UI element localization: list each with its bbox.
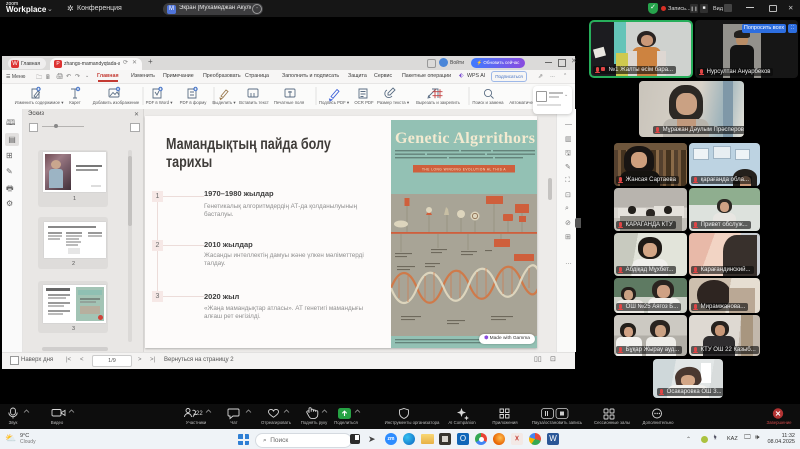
svg-text:22: 22 [196,411,203,417]
svg-text:THE LONG WINDING EVOLUTION AL: THE LONG WINDING EVOLUTION AL THIS A [422,168,506,172]
svg-text:Genetic Algrrithors: Genetic Algrrithors [395,130,535,147]
